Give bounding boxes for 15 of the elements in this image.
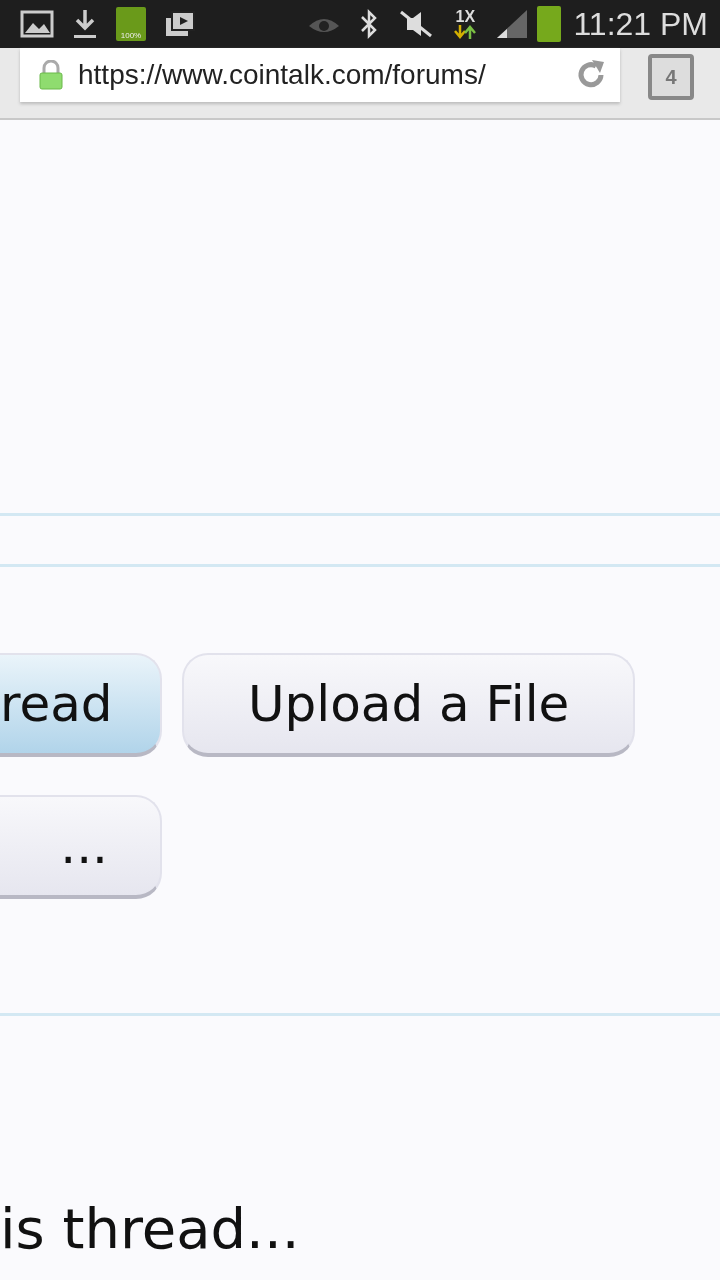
url-text: https://www.cointalk.com/forums/ bbox=[78, 59, 487, 91]
signal-icon bbox=[495, 8, 530, 40]
data-arrows-icon bbox=[453, 25, 478, 39]
form-button[interactable]: read bbox=[0, 653, 162, 757]
network-rate: 1X bbox=[455, 9, 476, 25]
url-field[interactable]: https://www.cointalk.com/forums/ bbox=[20, 48, 620, 102]
download-icon bbox=[72, 8, 98, 40]
thread-text: is thread... bbox=[0, 1196, 300, 1261]
image-icon bbox=[20, 9, 54, 39]
lock-icon bbox=[38, 60, 64, 90]
battery-icon: 100% bbox=[116, 7, 146, 41]
form-button[interactable]: Upload a File bbox=[182, 653, 636, 757]
battery-icon bbox=[537, 6, 562, 42]
form-button[interactable]: ... bbox=[0, 795, 162, 899]
clock-time: 11:21 PM bbox=[573, 5, 708, 43]
